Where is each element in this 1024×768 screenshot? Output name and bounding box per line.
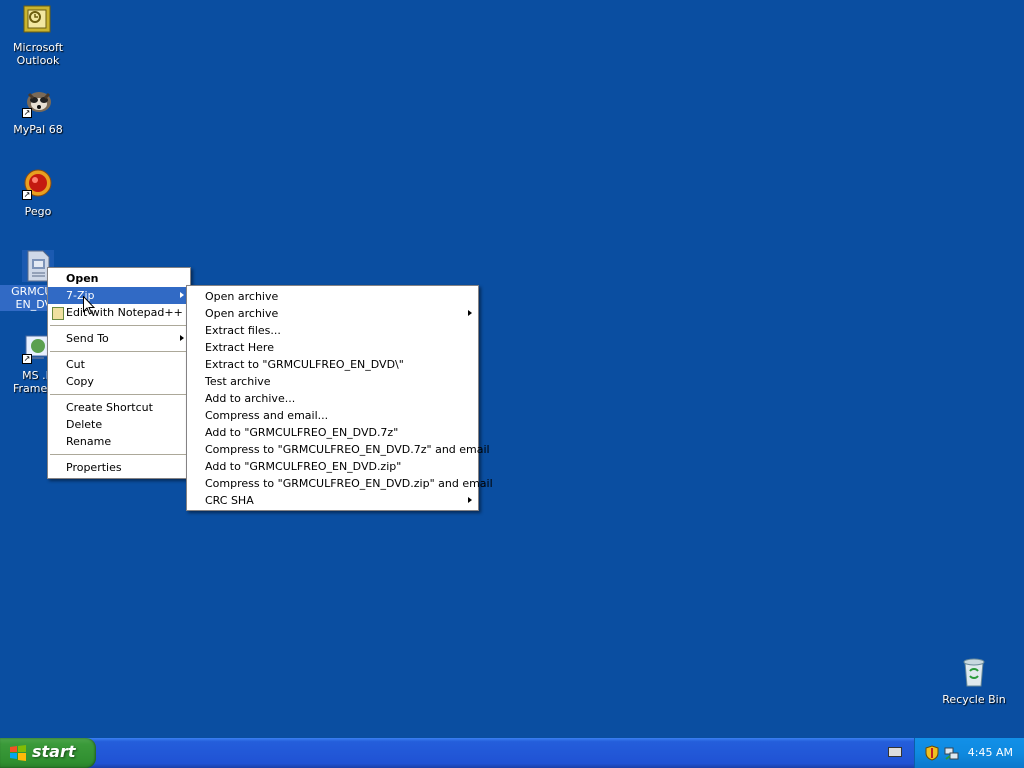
shortcut-arrow-icon: ↗ [22, 108, 32, 118]
menu-item-label: Add to "GRMCULFREO_EN_DVD.7z" [205, 426, 399, 439]
submenu-item-compress-and-email[interactable]: Compress and email... [187, 407, 478, 424]
context-menu: Open 7-Zip Edit with Notepad++ Send To C… [47, 267, 191, 479]
menu-item-label: CRC SHA [205, 494, 254, 507]
security-shield-icon[interactable] [925, 745, 939, 761]
menu-item-label: Copy [66, 375, 94, 388]
submenu-item-open-archive[interactable]: Open archive [187, 288, 478, 305]
menu-item-label: Extract files... [205, 324, 281, 337]
desktop-icon-label: MyPal 68 [13, 123, 63, 136]
pego-icon: ↗ [22, 168, 54, 200]
shortcut-arrow-icon: ↗ [22, 354, 32, 364]
menu-separator [50, 325, 188, 326]
desktop-icon-recycle-bin[interactable]: Recycle Bin [936, 656, 1012, 706]
menu-item-create-shortcut[interactable]: Create Shortcut [48, 399, 190, 416]
menu-item-label: Add to archive... [205, 392, 296, 405]
menu-item-label: Extract Here [205, 341, 274, 354]
menu-item-label: Compress and email... [205, 409, 329, 422]
mypal-icon: ↗ [22, 86, 54, 118]
submenu-arrow-icon [468, 310, 472, 316]
submenu-item-compress-7z-email[interactable]: Compress to "GRMCULFREO_EN_DVD.7z" and e… [187, 441, 490, 458]
submenu-item-extract-files[interactable]: Extract files... [187, 322, 478, 339]
menu-item-copy[interactable]: Copy [48, 373, 190, 390]
recycle-bin-icon [958, 656, 990, 688]
shortcut-arrow-icon: ↗ [22, 190, 32, 200]
submenu-item-add-to-archive[interactable]: Add to archive... [187, 390, 478, 407]
menu-separator [50, 454, 188, 455]
submenu-arrow-icon [180, 335, 184, 341]
menu-item-label: Open archive [205, 290, 279, 303]
menu-item-7zip[interactable]: 7-Zip [48, 287, 190, 304]
menu-item-label: Extract to "GRMCULFREO_EN_DVD\" [205, 358, 404, 371]
menu-item-label: Open archive [205, 307, 279, 320]
submenu-item-compress-zip-email[interactable]: Compress to "GRMCULFREO_EN_DVD.zip" and … [187, 475, 493, 492]
keyboard-layout-icon[interactable] [888, 747, 902, 757]
menu-item-label: Compress to "GRMCULFREO_EN_DVD.zip" and … [205, 477, 493, 490]
menu-item-rename[interactable]: Rename [48, 433, 190, 450]
menu-item-label: Compress to "GRMCULFREO_EN_DVD.7z" and e… [205, 443, 490, 456]
menu-item-label: Send To [66, 332, 109, 345]
desktop-icon-label: Microsoft Outlook [12, 41, 64, 67]
7zip-submenu: Open archive Open archive Extract files.… [186, 285, 493, 511]
notepadpp-icon [52, 307, 64, 320]
submenu-item-add-to-7z[interactable]: Add to "GRMCULFREO_EN_DVD.7z" [187, 424, 478, 441]
menu-separator [50, 394, 188, 395]
menu-separator [50, 351, 188, 352]
menu-item-label: Properties [66, 461, 122, 474]
menu-item-label: Cut [66, 358, 85, 371]
menu-item-delete[interactable]: Delete [48, 416, 190, 433]
desktop-icon-pego[interactable]: ↗ Pego [0, 168, 76, 218]
outlook-icon [22, 4, 54, 36]
submenu-arrow-icon [180, 292, 184, 298]
submenu-arrow-icon [468, 497, 472, 503]
mouse-cursor-icon [83, 296, 95, 315]
menu-item-label: Test archive [205, 375, 271, 388]
desktop-icon-label: Recycle Bin [942, 693, 1006, 706]
submenu-item-extract-to-folder[interactable]: Extract to "GRMCULFREO_EN_DVD\" [187, 356, 478, 373]
clock[interactable]: 4:45 AM [968, 746, 1013, 759]
system-tray: 4:45 AM [914, 738, 1024, 768]
menu-item-label: Rename [66, 435, 112, 448]
menu-item-label: Delete [66, 418, 103, 431]
menu-item-label: Add to "GRMCULFREO_EN_DVD.zip" [205, 460, 402, 473]
menu-item-label: Open [66, 272, 99, 285]
desktop-icon-outlook[interactable]: Microsoft Outlook [0, 4, 76, 67]
submenu-item-open-archive-more[interactable]: Open archive [187, 305, 478, 322]
menu-item-send-to[interactable]: Send To [48, 330, 190, 347]
submenu-item-test-archive[interactable]: Test archive [187, 373, 478, 390]
network-icon[interactable] [943, 745, 959, 761]
windows-flag-icon [10, 745, 26, 761]
submenu-item-extract-here[interactable]: Extract Here [187, 339, 478, 356]
taskbar: start 4:45 AM [0, 738, 1024, 768]
start-label: start [32, 742, 76, 761]
desktop-icon-mypal[interactable]: ↗ MyPal 68 [0, 86, 76, 136]
submenu-item-crc-sha[interactable]: CRC SHA [187, 492, 478, 509]
desktop: Microsoft Outlook ↗ MyPal 68 ↗ Pego GRMC… [0, 0, 1024, 738]
desktop-icon-label: Pego [24, 205, 52, 218]
menu-item-properties[interactable]: Properties [48, 459, 190, 476]
menu-item-label: Create Shortcut [66, 401, 153, 414]
menu-item-cut[interactable]: Cut [48, 356, 190, 373]
menu-item-open[interactable]: Open [48, 270, 190, 287]
submenu-item-add-to-zip[interactable]: Add to "GRMCULFREO_EN_DVD.zip" [187, 458, 478, 475]
start-button[interactable]: start [0, 738, 96, 768]
menu-item-edit-notepadpp[interactable]: Edit with Notepad++ [48, 304, 190, 321]
